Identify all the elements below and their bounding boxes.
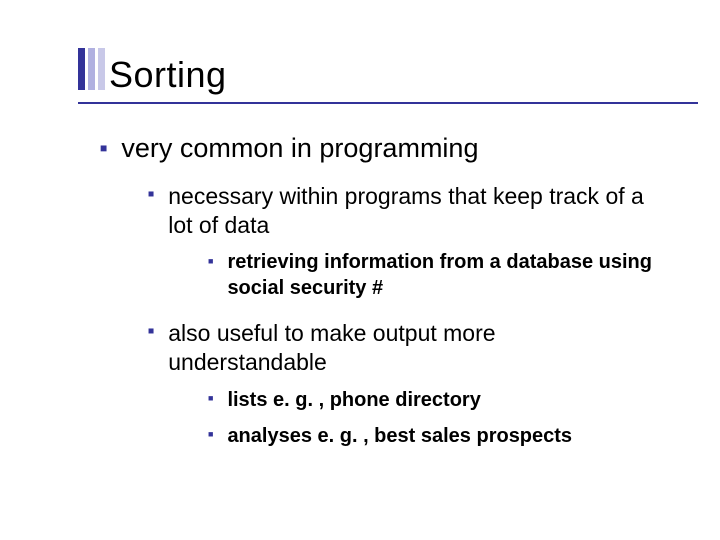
accent-bar xyxy=(88,48,95,90)
square-bullet-icon: ■ xyxy=(208,429,213,449)
accent-bar xyxy=(98,48,105,90)
square-bullet-icon: ■ xyxy=(148,189,154,239)
square-bullet-icon: ■ xyxy=(208,393,213,413)
bullet-level3: ■ retrieving information from a database… xyxy=(208,249,660,301)
square-bullet-icon: ■ xyxy=(100,141,107,166)
bullet-level3: ■ lists e. g. , phone directory xyxy=(208,387,660,413)
bullet-text: retrieving information from a database u… xyxy=(227,249,660,301)
bullet-text: lists e. g. , phone directory xyxy=(227,387,660,413)
bullet-text: also useful to make output more understa… xyxy=(168,319,660,377)
bullet-text: necessary within programs that keep trac… xyxy=(168,182,660,240)
bullet-text: analyses e. g. , best sales prospects xyxy=(227,423,660,449)
bullet-level2: ■ also useful to make output more unders… xyxy=(148,319,660,377)
spacer xyxy=(100,311,660,319)
bullet-level2: ■ necessary within programs that keep tr… xyxy=(148,182,660,240)
title-accent-bars xyxy=(78,48,105,90)
title-underline xyxy=(78,102,698,104)
slide-title: Sorting xyxy=(109,54,227,96)
accent-bar xyxy=(78,48,85,90)
bullet-level3: ■ analyses e. g. , best sales prospects xyxy=(208,423,660,449)
bullet-level1: ■ very common in programming xyxy=(100,132,660,166)
slide-content: ■ very common in programming ■ necessary… xyxy=(100,132,660,449)
square-bullet-icon: ■ xyxy=(148,326,154,376)
title-row: Sorting xyxy=(78,48,660,96)
square-bullet-icon: ■ xyxy=(208,256,213,302)
bullet-text: very common in programming xyxy=(121,132,660,166)
slide: Sorting ■ very common in programming ■ n… xyxy=(0,0,720,449)
